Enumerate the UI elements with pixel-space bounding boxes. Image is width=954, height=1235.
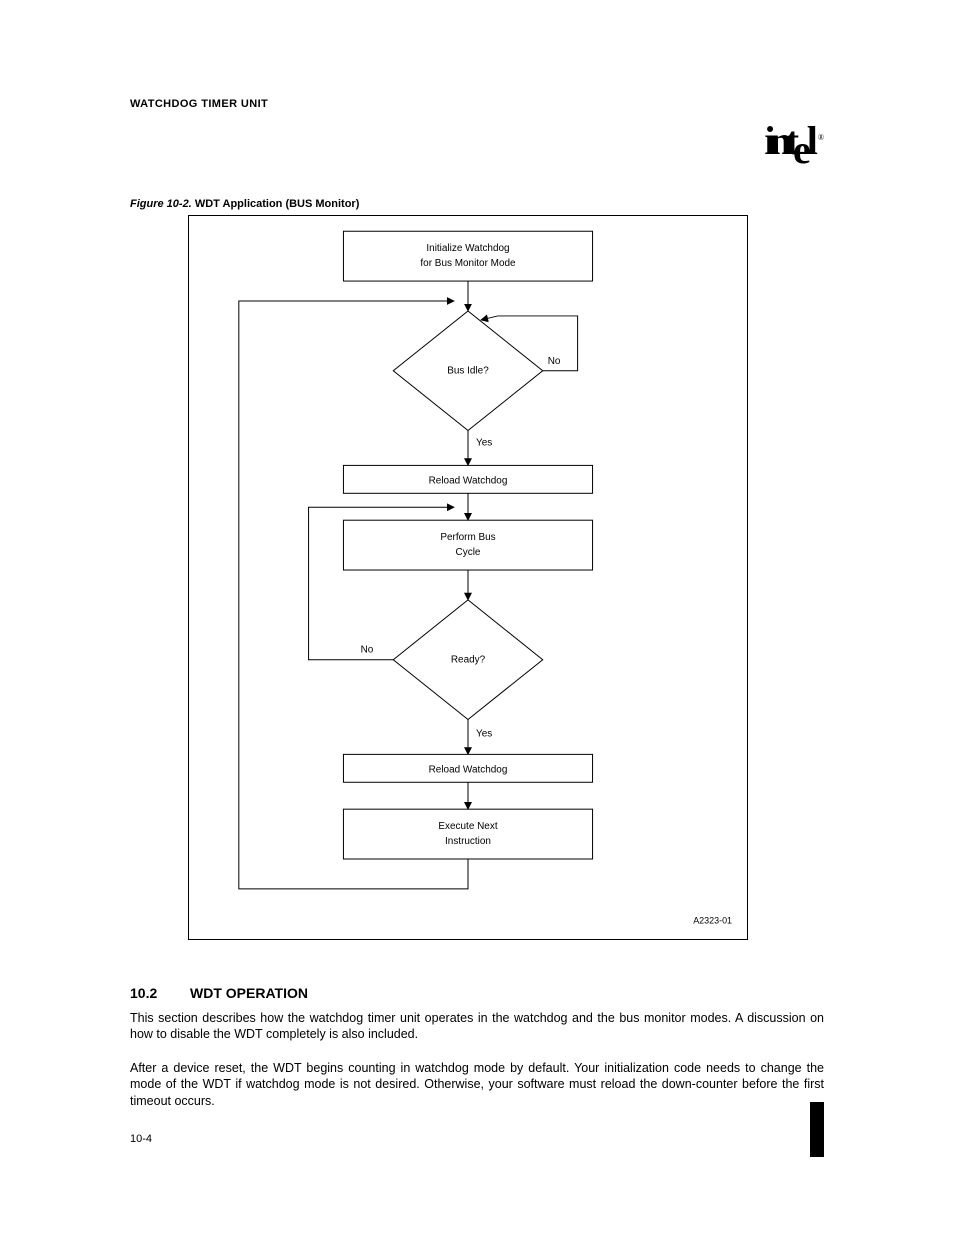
edge-label-d2-no: No xyxy=(361,645,374,656)
body-paragraph-1: This section describes how the watchdog … xyxy=(130,1010,824,1043)
flowchart-frame: Initialize Watchdog for Bus Monitor Mode… xyxy=(188,215,748,940)
flow-box-init-2: for Bus Monitor Mode xyxy=(420,258,516,269)
section-title: WDT OPERATION xyxy=(190,985,308,1001)
running-header: WATCHDOG TIMER UNIT xyxy=(130,98,268,110)
flow-box-reload2: Reload Watchdog xyxy=(429,764,508,775)
flow-box-bus-1: Perform Bus xyxy=(440,532,495,543)
edge-label-d1-no: No xyxy=(548,356,561,367)
figure-id: A2323-01 xyxy=(693,916,732,926)
chapter-thumb-tab xyxy=(810,1102,824,1157)
figure-caption: Figure 10-2. WDT Application (BUS Monito… xyxy=(130,198,359,210)
section-number: 10.2 xyxy=(130,985,157,1001)
intel-logo: intel® xyxy=(764,125,824,157)
edge-label-d2-yes: Yes xyxy=(476,728,492,739)
body-paragraph-2: After a device reset, the WDT begins cou… xyxy=(130,1060,824,1109)
flow-box-bus-2: Cycle xyxy=(456,547,481,558)
flowchart: Initialize Watchdog for Bus Monitor Mode… xyxy=(189,216,747,939)
flow-decision-ready: Ready? xyxy=(451,655,486,666)
flow-decision-idle: Bus Idle? xyxy=(447,366,489,377)
edge-label-d1-yes: Yes xyxy=(476,437,492,448)
flow-box-reload1: Reload Watchdog xyxy=(429,475,508,486)
flow-box-exec-1: Execute Next xyxy=(438,821,497,832)
flow-box-init-1: Initialize Watchdog xyxy=(426,243,509,254)
flow-box-exec-2: Instruction xyxy=(445,836,491,847)
page-number: 10-4 xyxy=(130,1133,152,1145)
